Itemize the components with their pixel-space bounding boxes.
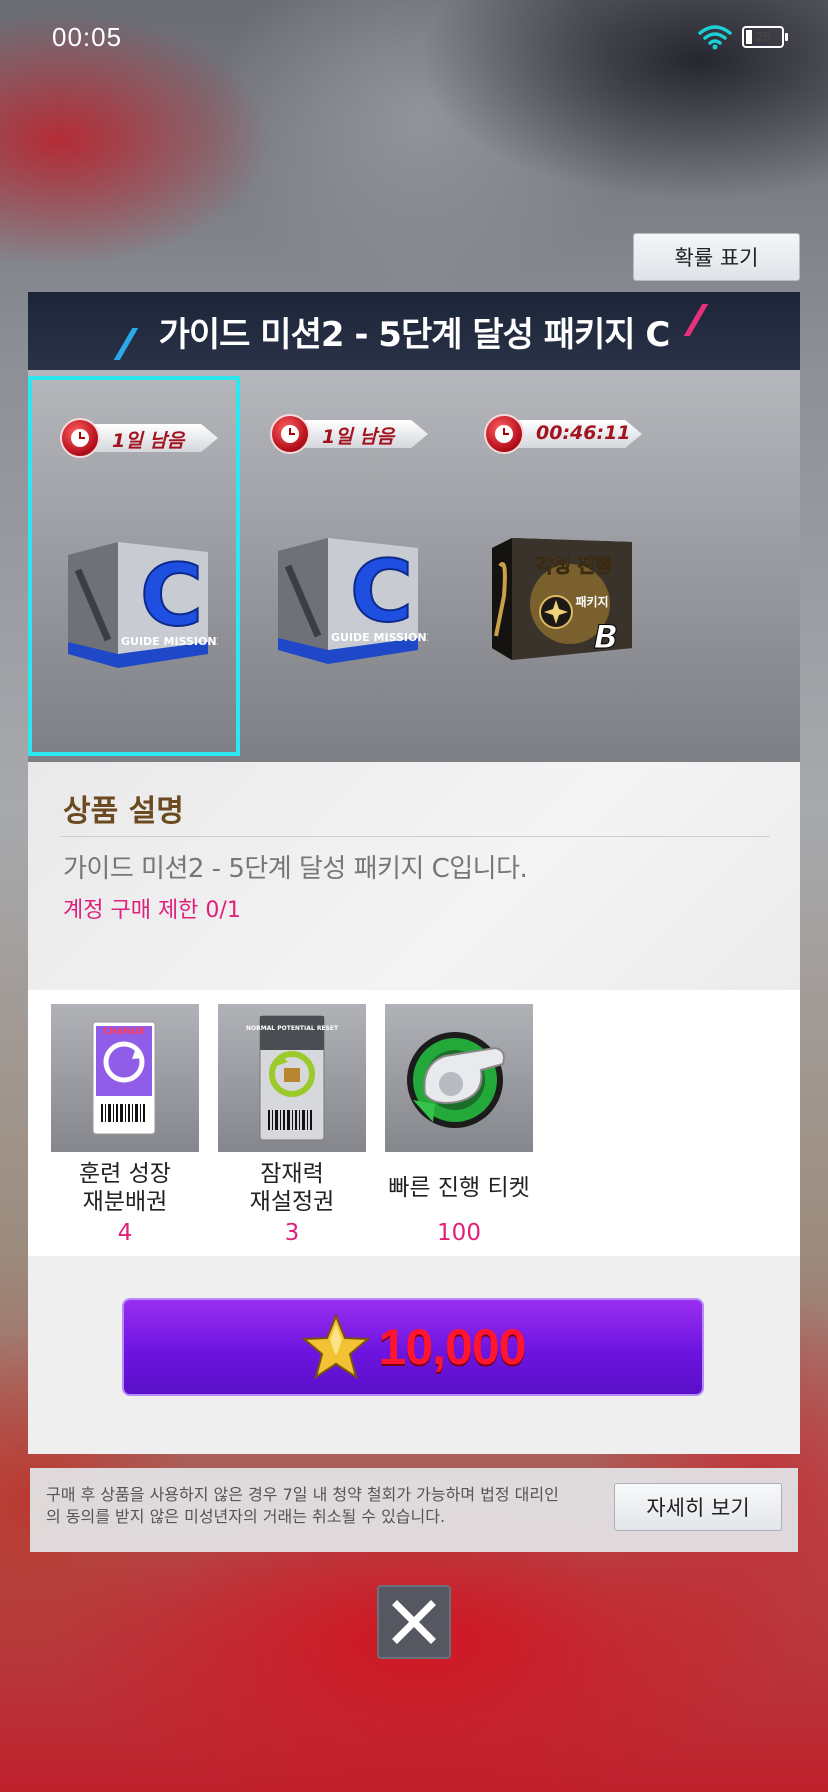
package-title: 가이드 미션2 - 5단계 달성 패키지 C: [158, 314, 671, 355]
wifi-icon: [698, 25, 732, 50]
reward-item[interactable]: CHANGE 훈련 성장 재분배권 4: [51, 1004, 199, 1246]
title-decoration-left: [113, 328, 139, 360]
price: 10,000: [378, 1319, 527, 1375]
svg-text:CHANGE: CHANGE: [103, 1027, 145, 1037]
reward-name: 훈련 성장 재분배권: [79, 1161, 171, 1215]
reward-count: 100: [437, 1220, 481, 1246]
notice-text: 구매 후 상품을 사용하지 않은 경우 7일 내 청약 철회가 가능하며 법정 …: [46, 1485, 559, 1526]
reward-name: 빠른 진행 티켓: [388, 1175, 530, 1201]
training-redistribution-ticket-icon: CHANGE: [51, 1004, 199, 1152]
package-items: 1일 남음 C GUIDE MISSION2 1일 남음 C GUIDE MIS…: [28, 370, 800, 762]
title-decoration-right: [683, 304, 709, 336]
clock-icon: [270, 414, 310, 454]
view-details-button[interactable]: 자세히 보기: [614, 1483, 782, 1531]
status-time: 00:05: [52, 22, 123, 52]
battery-level: 25: [755, 29, 771, 44]
timer-tag: 1일 남음: [270, 414, 430, 454]
battery-icon: 25: [742, 26, 788, 48]
timer-text: 1일 남음: [112, 430, 185, 452]
svg-text:각성 진행: 각성 진행: [536, 555, 613, 577]
timer-text: 00:46:11: [536, 422, 631, 444]
reward-count: 3: [284, 1220, 300, 1246]
timer-tag: 1일 남음: [60, 418, 220, 458]
purchase-limit: 계정 구매 제한 0/1: [63, 898, 241, 923]
potential-reset-ticket-icon: NORMAL POTENTIAL RESET: [218, 1004, 366, 1152]
package-panel: 가이드 미션2 - 5단계 달성 패키지 C 1일 남음 C GUIDE MIS…: [28, 292, 800, 1454]
svg-text:NORMAL POTENTIAL RESET: NORMAL POTENTIAL RESET: [246, 1025, 339, 1032]
guide-mission2-c-box: C GUIDE MISSION2: [278, 538, 428, 664]
svg-text:GUIDE MISSION2: GUIDE MISSION2: [121, 635, 218, 648]
clock-icon: [484, 414, 524, 454]
timer-tag: 00:46:11: [484, 414, 644, 454]
whistle-icon: [385, 1004, 533, 1152]
purchase-button[interactable]: 10,000: [122, 1298, 704, 1396]
star-icon: [300, 1313, 371, 1380]
svg-text:GUIDE MISSION2: GUIDE MISSION2: [331, 631, 428, 644]
reward-list: CHANGE 훈련 성장 재분배권 4 NORMAL POTENTIAL RES…: [28, 990, 800, 1256]
probability-button[interactable]: 확률 표기: [633, 233, 800, 281]
awakening-package-b-box: 각성 진행 패키지 B: [492, 538, 632, 660]
description-section: 상품 설명 가이드 미션2 - 5단계 달성 패키지 C입니다. 계정 구매 제…: [28, 762, 800, 990]
close-icon: [392, 1600, 436, 1644]
clock-icon: [60, 418, 100, 458]
package-item-2[interactable]: 1일 남음 C GUIDE MISSION2: [242, 376, 454, 756]
guide-mission2-c-box: C GUIDE MISSION2: [68, 542, 218, 668]
refund-notice: 구매 후 상품을 사용하지 않은 경우 7일 내 청약 철회가 가능하며 법정 …: [30, 1468, 798, 1552]
purchase-section: 10,000: [28, 1256, 800, 1454]
box-letter: C: [350, 542, 413, 642]
svg-text:패키지: 패키지: [575, 594, 608, 609]
timer-text: 1일 남음: [322, 426, 395, 448]
divider: [60, 836, 770, 837]
description-text: 가이드 미션2 - 5단계 달성 패키지 C입니다.: [63, 854, 528, 884]
package-item-3[interactable]: 00:46:11 각성 진행 패키지 B: [456, 376, 668, 756]
reward-item[interactable]: 빠른 진행 티켓 100: [385, 1004, 533, 1246]
reward-count: 4: [117, 1220, 133, 1246]
title-bar: 가이드 미션2 - 5단계 달성 패키지 C: [28, 292, 800, 370]
svg-text:B: B: [594, 618, 618, 656]
description-heading: 상품 설명: [63, 794, 184, 829]
reward-name: 잠재력 재설정권: [249, 1161, 335, 1215]
close-button[interactable]: [377, 1585, 451, 1659]
package-item-1[interactable]: 1일 남음 C GUIDE MISSION2: [28, 376, 240, 756]
reward-item[interactable]: NORMAL POTENTIAL RESET 잠재력 재설정권 3: [218, 1004, 366, 1246]
box-letter: C: [140, 546, 203, 646]
